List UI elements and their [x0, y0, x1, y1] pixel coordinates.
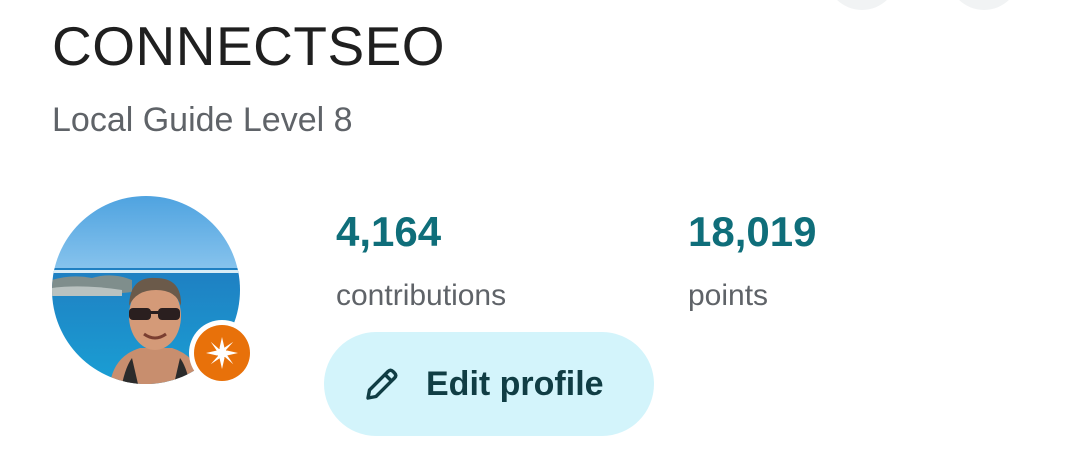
local-guide-level: Local Guide Level 8	[52, 101, 353, 139]
top-action-button[interactable]	[826, 0, 898, 10]
edit-profile-label: Edit profile	[426, 364, 604, 403]
top-action-button[interactable]	[948, 0, 1020, 10]
contributions-stat[interactable]: 4,164 contributions	[336, 206, 506, 314]
local-guide-star-badge-icon	[194, 325, 250, 381]
profile-name: CONNECTSEO	[52, 15, 446, 77]
profile-header: CONNECTSEO Local Guide Level 8 4,164 con…	[0, 0, 1080, 466]
pencil-icon	[362, 364, 402, 404]
points-stat[interactable]: 18,019 points	[688, 206, 816, 314]
points-label: points	[688, 279, 769, 312]
edit-profile-button[interactable]: Edit profile	[324, 332, 654, 436]
points-count: 18,019	[688, 208, 817, 255]
contributions-count: 4,164	[336, 208, 442, 255]
local-guide-badge	[189, 320, 255, 386]
contributions-label: contributions	[336, 279, 507, 312]
